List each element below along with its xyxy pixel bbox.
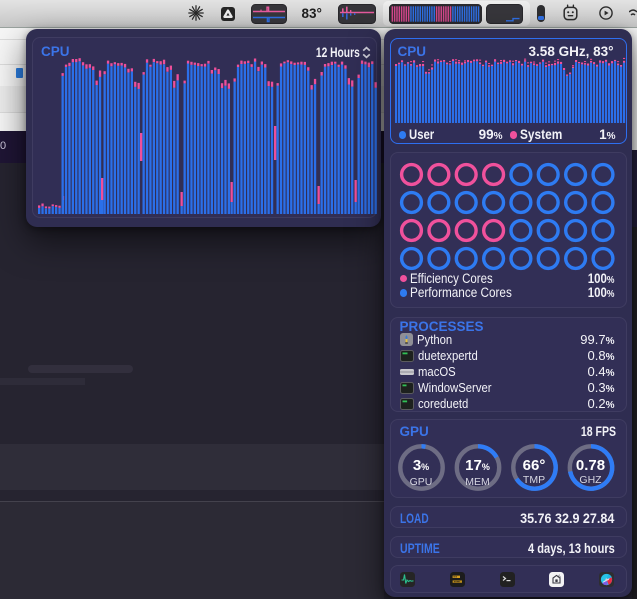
svg-text:A: A <box>558 573 561 578</box>
